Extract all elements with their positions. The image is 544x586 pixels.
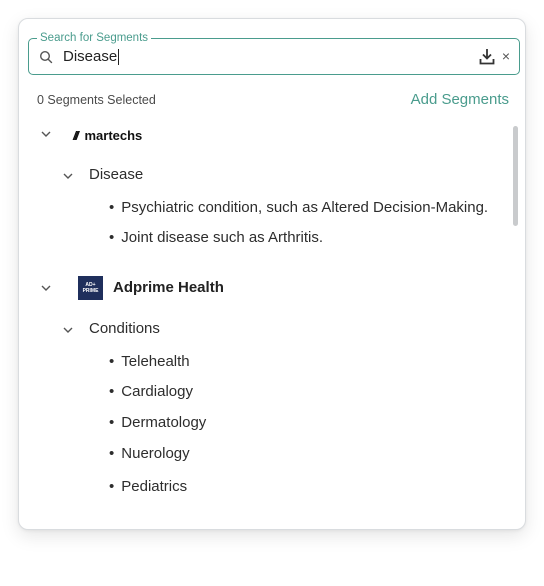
search-legend: Search for Segments [37,31,152,45]
clear-icon[interactable]: × [502,47,510,65]
category-disease[interactable]: Disease [89,166,143,183]
scrollbar-thumb[interactable] [513,126,518,226]
chevron-down-icon[interactable] [63,172,73,180]
category-conditions[interactable]: Conditions [89,320,160,337]
chevron-down-icon[interactable] [63,326,73,334]
segment-label: Telehealth [121,353,190,370]
text-caret [118,49,119,65]
segment-item[interactable]: • Nuerology [109,445,190,462]
segment-label: Nuerology [121,445,190,462]
segment-item[interactable]: • Cardialogy [109,383,193,400]
adprime-logo-line2: PRIME [82,288,99,294]
chevron-down-icon[interactable] [41,130,51,138]
segment-item[interactable]: • Pediatrics [109,478,187,495]
segment-item[interactable]: • Telehealth [109,353,190,370]
segment-item[interactable]: • Joint disease such as Arthritis. [109,229,323,246]
segment-item[interactable]: • Dermatology [109,414,206,431]
segment-search-panel: Search for Segments × 0 Segments Selecte… [18,18,526,530]
segment-label: Pediatrics [121,478,188,495]
search-icon [39,50,53,64]
martechs-logo-mark: /// [73,129,79,143]
search-input[interactable] [63,46,443,66]
segment-label: Cardialogy [121,383,193,400]
search-field[interactable]: Search for Segments × [28,31,520,75]
add-segments-button[interactable]: Add Segments [411,91,509,108]
segment-label: Joint disease such as Arthritis. [121,229,324,246]
segment-label: Psychiatric condition, such as Altered D… [121,199,489,216]
selected-count: 0 Segments Selected [37,93,156,107]
martechs-logo-text: martechs [84,128,143,143]
chevron-down-icon[interactable] [41,284,51,292]
segment-label: Dermatology [121,414,207,431]
provider-name: Adprime Health [113,279,224,296]
adprime-logo: AD+ PRIME [78,276,103,300]
download-icon[interactable] [479,48,495,65]
martechs-logo: /// martechs [73,127,142,145]
segment-item[interactable]: • Psychiatric condition, such as Altered … [109,199,488,216]
